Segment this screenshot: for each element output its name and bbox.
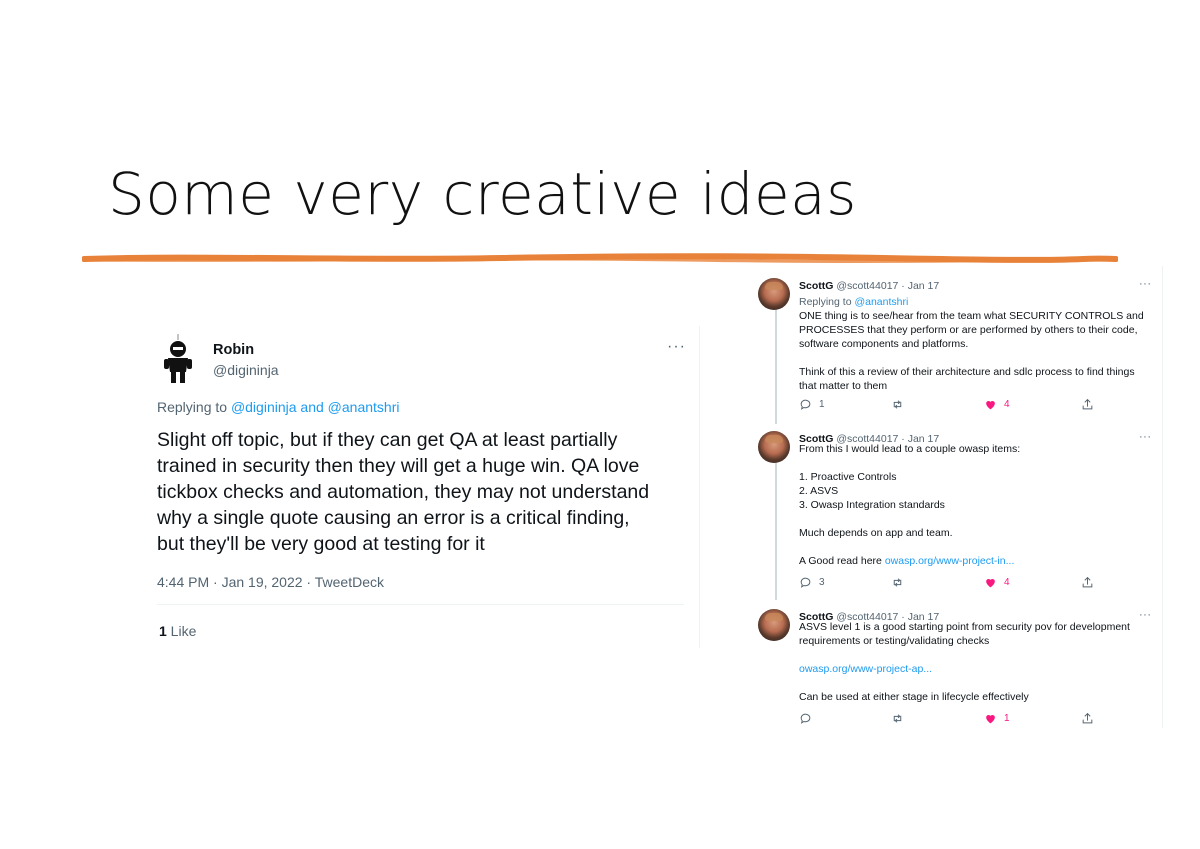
tweet-line: ASVS level 1 is a good starting point fr… bbox=[799, 621, 1130, 633]
retweet-button[interactable] bbox=[891, 396, 904, 412]
like-count: 1 bbox=[1004, 712, 1010, 724]
tweet-actions: 1 4 bbox=[799, 396, 1099, 412]
tweet-line: but they'll be very good at testing for … bbox=[157, 533, 485, 555]
tweet-line: Slight off topic, but if they can get QA… bbox=[157, 429, 618, 451]
share-button[interactable] bbox=[1081, 396, 1094, 412]
tweet-thread: ScottG @scott44017 · Jan 17 ··· Replying… bbox=[752, 266, 1163, 728]
share-icon bbox=[1082, 576, 1093, 587]
author-name[interactable]: ScottG bbox=[799, 280, 833, 292]
tweet-line: Think of this a review of their architec… bbox=[799, 366, 1135, 378]
author-handle[interactable]: @digininja bbox=[213, 362, 279, 378]
more-icon[interactable]: ··· bbox=[1139, 278, 1152, 290]
tweet-timestamp[interactable]: 4:44 PM · Jan 19, 2022 · TweetDeck bbox=[157, 574, 384, 590]
tweet-line: A Good read here owasp.org/www-project-i… bbox=[799, 554, 1154, 568]
heart-icon bbox=[986, 578, 995, 587]
retweet-icon bbox=[893, 577, 902, 587]
reply-icon bbox=[800, 577, 811, 588]
more-icon[interactable]: ··· bbox=[667, 338, 686, 356]
tweet-line: tickbox checks and automation, they may … bbox=[157, 481, 650, 503]
avatar[interactable] bbox=[758, 609, 790, 641]
divider bbox=[157, 604, 684, 605]
tweet-line: requirements or testing/validating check… bbox=[799, 635, 990, 647]
tweet-link[interactable]: owasp.org/www-project-in... bbox=[885, 555, 1015, 567]
replying-to-user[interactable]: @anantshri bbox=[854, 296, 908, 308]
replying-to: Replying to @anantshri bbox=[799, 295, 1154, 309]
tweet-text: Slight off topic, but if they can get QA… bbox=[157, 427, 697, 557]
tweet-line: 3. Owasp Integration standards bbox=[799, 499, 945, 511]
author-name[interactable]: Robin bbox=[213, 342, 254, 358]
reply-count: 3 bbox=[819, 576, 825, 588]
tweet-line: that matter to them bbox=[799, 380, 888, 392]
retweet-button[interactable] bbox=[891, 574, 904, 590]
replying-to-prefix: Replying to bbox=[157, 399, 231, 415]
thread-tweet[interactable]: ScottG @scott44017 · Jan 17 ··· ASVS lev… bbox=[752, 603, 1162, 728]
tweet-line: From this I would lead to a couple owasp… bbox=[799, 443, 1021, 455]
likes-number: 1 bbox=[159, 623, 167, 639]
likes-label: Like bbox=[166, 623, 197, 639]
replying-to-users[interactable]: @digininja and @anantshri bbox=[231, 399, 400, 415]
share-button[interactable] bbox=[1081, 710, 1094, 726]
tweet-line: Much depends on app and team. bbox=[799, 527, 953, 539]
tweet-header: ScottG @scott44017 · Jan 17 bbox=[799, 280, 939, 292]
reply-icon bbox=[800, 713, 811, 724]
tweet-line: trained in security then they will get a… bbox=[157, 455, 640, 477]
retweet-button[interactable] bbox=[891, 710, 904, 726]
tweet-text: ASVS level 1 is a good starting point fr… bbox=[799, 620, 1154, 704]
thread-tweet[interactable]: ScottG @scott44017 · Jan 17 ··· From thi… bbox=[752, 425, 1162, 600]
tweet-line: software components and platforms. bbox=[799, 338, 969, 350]
reply-button[interactable]: 3 bbox=[799, 574, 825, 590]
heart-icon bbox=[986, 400, 995, 409]
tweet-line: 2. ASVS bbox=[799, 485, 839, 497]
reply-count: 1 bbox=[819, 398, 825, 410]
tweet-link[interactable]: owasp.org/www-project-ap... bbox=[799, 662, 1154, 676]
like-button[interactable]: 1 bbox=[984, 710, 1010, 726]
slide-title: Some very creative ideas bbox=[108, 160, 857, 228]
link-prefix: A Good read here bbox=[799, 555, 885, 567]
tweet-line: 1. Proactive Controls bbox=[799, 471, 897, 483]
tweet-line: why a single quote causing an error is a… bbox=[157, 507, 630, 529]
likes-count[interactable]: 1 Like bbox=[159, 623, 196, 639]
tweet-actions: 1 bbox=[799, 710, 1099, 726]
share-icon bbox=[1082, 712, 1093, 723]
avatar[interactable] bbox=[758, 431, 790, 463]
reply-button[interactable]: 1 bbox=[799, 396, 825, 412]
tweet-card-robin[interactable]: Robin @digininja ··· Replying to @digini… bbox=[143, 326, 700, 648]
tweet-text: From this I would lead to a couple owasp… bbox=[799, 442, 1154, 568]
tweet-text: Replying to @anantshri ONE thing is to s… bbox=[799, 295, 1154, 393]
tweet-line: PROCESSES that they perform or are perfo… bbox=[799, 324, 1138, 336]
thread-tweet[interactable]: ScottG @scott44017 · Jan 17 ··· Replying… bbox=[752, 272, 1162, 422]
heart-icon bbox=[986, 714, 995, 723]
like-count: 4 bbox=[1004, 398, 1010, 410]
author-handle[interactable]: @scott44017 bbox=[836, 280, 898, 292]
brush-underline bbox=[82, 253, 1118, 263]
retweet-icon bbox=[893, 713, 902, 723]
retweet-icon bbox=[893, 399, 902, 409]
tweet-line: Can be used at either stage in lifecycle… bbox=[799, 691, 1029, 703]
avatar-ninja-icon[interactable] bbox=[161, 334, 195, 384]
share-button[interactable] bbox=[1081, 574, 1094, 590]
share-icon bbox=[1082, 398, 1093, 409]
tweet-actions: 3 4 bbox=[799, 574, 1099, 590]
reply-icon bbox=[800, 399, 811, 410]
reply-button[interactable] bbox=[799, 710, 819, 726]
replying-to-prefix: Replying to bbox=[799, 296, 855, 308]
like-count: 4 bbox=[1004, 576, 1010, 588]
avatar[interactable] bbox=[758, 278, 790, 310]
tweet-line: ONE thing is to see/hear from the team w… bbox=[799, 310, 1144, 322]
like-button[interactable]: 4 bbox=[984, 574, 1010, 590]
like-button[interactable]: 4 bbox=[984, 396, 1010, 412]
replying-to: Replying to @digininja and @anantshri bbox=[157, 399, 399, 415]
tweet-date[interactable]: · Jan 17 bbox=[901, 280, 939, 292]
